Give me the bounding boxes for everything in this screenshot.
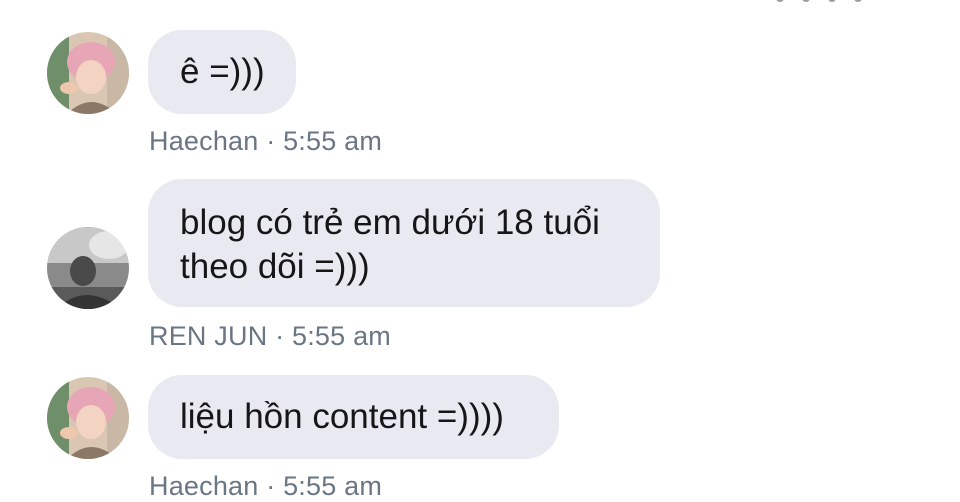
profile-photo-grayscale-icon [47,227,129,309]
top-overflow-indicator [776,0,862,2]
dot-icon [776,0,784,2]
message-meta: Haechan · 5:55 am [149,471,382,502]
message-text-line: blog có trẻ em dưới 18 tuổi [180,203,600,242]
profile-photo-pink-hair-icon [47,377,129,459]
sender-name[interactable]: Haechan [149,471,258,501]
message-meta: Haechan · 5:55 am [149,126,382,157]
message-bubble[interactable]: liệu hồn content =)))) [148,375,559,459]
dot-icon [854,0,862,2]
message-bubble[interactable]: blog có trẻ em dưới 18 tuổi theo dõi =))… [148,179,660,307]
sender-name[interactable]: Haechan [149,126,258,156]
chat-thread: ê =))) Haechan · 5:55 am blog có trẻ em … [0,0,960,502]
message-bubble[interactable]: ê =))) [148,30,296,114]
meta-separator: · [266,471,276,501]
message-text-line: theo dõi =))) [180,247,370,286]
message-text: liệu hồn content =)))) [180,397,504,436]
avatar[interactable] [47,377,129,459]
meta-separator: · [266,126,276,156]
profile-photo-pink-hair-icon [47,32,129,114]
avatar[interactable] [47,227,129,309]
message-meta: REN JUN · 5:55 am [149,321,391,352]
message-time: 5:55 am [283,471,383,501]
sender-name[interactable]: REN JUN [149,321,267,351]
meta-separator: · [275,321,285,351]
message-time: 5:55 am [292,321,391,351]
dot-icon [802,0,810,2]
dot-icon [828,0,836,2]
avatar[interactable] [47,32,129,114]
message-text: ê =))) [180,52,265,91]
message-time: 5:55 am [283,126,383,156]
